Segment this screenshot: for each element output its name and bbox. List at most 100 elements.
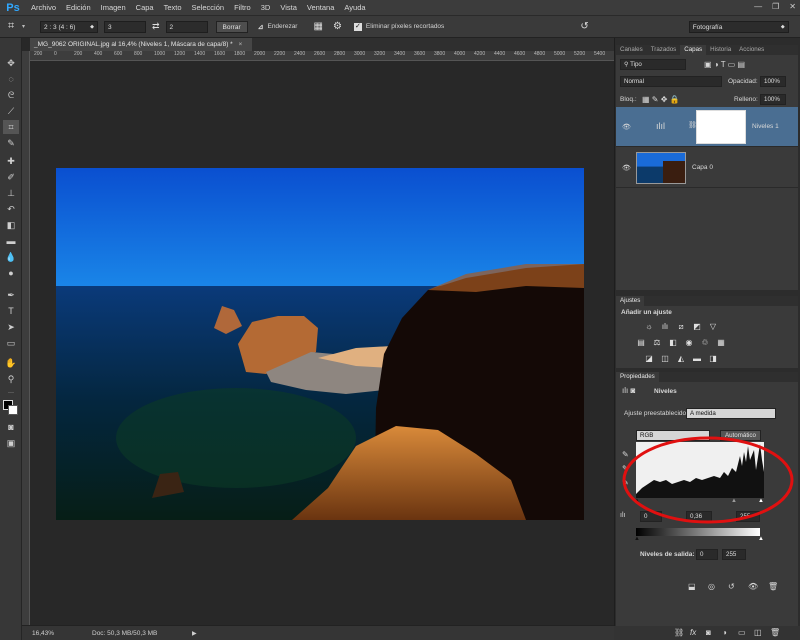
crop-width-input[interactable]: 3 [104, 20, 146, 33]
visibility-eye-icon[interactable]: 👁 [622, 123, 631, 131]
menu-3d[interactable]: 3D [256, 3, 276, 12]
quick-mask-icon[interactable]: ◙ [3, 420, 19, 434]
previous-state-icon[interactable]: ◎ [708, 582, 715, 591]
shape-tool-icon[interactable]: ▭ [3, 336, 19, 350]
healing-brush-tool-icon[interactable]: ✚ [3, 154, 19, 168]
grid-overlay-icon[interactable]: ▦ [313, 21, 322, 32]
add-mask-icon[interactable]: ◙ [706, 628, 711, 637]
blend-mode-select[interactable]: Normal [620, 76, 722, 87]
menu-archivo[interactable]: Archivo [26, 3, 61, 12]
ratio-select[interactable]: 2 : 3 (4 : 6) ◆ [40, 20, 98, 33]
tab-capas[interactable]: Capas [680, 45, 707, 55]
layer-kind-filter[interactable]: ⚲ Tipo [620, 59, 686, 70]
menu-ayuda[interactable]: Ayuda [339, 3, 370, 12]
screen-mode-icon[interactable]: ▣ [3, 436, 19, 450]
dodge-tool-icon[interactable]: ● [3, 266, 19, 280]
color-lookup-icon[interactable]: ▦ [716, 338, 726, 347]
visibility-eye-icon[interactable]: 👁 [622, 164, 631, 172]
layer-mask-thumbnail[interactable] [696, 110, 746, 144]
restore-button[interactable]: ❐ [772, 2, 779, 11]
blur-tool-icon[interactable]: 💧 [3, 250, 19, 264]
threshold-icon[interactable]: ◭ [676, 354, 686, 363]
gradient-map-icon[interactable]: ▬ [692, 354, 702, 363]
opacity-input[interactable]: 100% [760, 76, 786, 87]
crop-height-input[interactable]: 2 [165, 20, 208, 33]
menu-filtro[interactable]: Filtro [229, 3, 256, 12]
delete-layer-icon[interactable]: 🗑 [770, 628, 780, 637]
marquee-tool-icon[interactable]: ◌ [3, 72, 19, 86]
link-layers-icon[interactable]: ⛓ [674, 628, 684, 637]
pen-tool-icon[interactable]: ✒ [3, 288, 19, 302]
output-white-field[interactable]: 255 [722, 549, 746, 560]
menu-ventana[interactable]: Ventana [302, 3, 340, 12]
selective-color-icon[interactable]: ◨ [708, 354, 718, 363]
minimize-button[interactable]: — [754, 2, 762, 11]
gradient-tool-icon[interactable]: ▬ [3, 234, 19, 248]
close-tab-icon[interactable]: × [239, 41, 243, 48]
background-color-swatch[interactable] [8, 405, 18, 415]
document-tab[interactable]: _MG_9062 ORIGINAL.jpg al 16,4% (Niveles … [30, 38, 252, 51]
preset-select[interactable]: A medida [686, 408, 776, 419]
delete-cropped-checkbox[interactable]: ✓ [353, 22, 362, 31]
exposure-icon[interactable]: ◩ [692, 322, 702, 331]
eyedropper-tool-icon[interactable]: ✎ [3, 136, 19, 150]
crop-tool-icon[interactable]: ⌗ [3, 120, 19, 134]
menu-seleccion[interactable]: Selección [187, 3, 230, 12]
fill-input[interactable]: 100% [760, 94, 786, 105]
menu-texto[interactable]: Texto [159, 3, 187, 12]
hand-tool-icon[interactable]: ✋ [3, 356, 19, 370]
invert-icon[interactable]: ◪ [644, 354, 654, 363]
new-layer-icon[interactable]: ◫ [754, 628, 762, 637]
clone-stamp-tool-icon[interactable]: ⊥ [3, 186, 19, 200]
tab-acciones[interactable]: Acciones [735, 45, 768, 55]
workspace-select[interactable]: Fotografía ◆ [688, 20, 789, 33]
type-tool-icon[interactable]: T [3, 304, 19, 318]
zoom-tool-icon[interactable]: ⚲ [3, 372, 19, 386]
layer-name[interactable]: Niveles 1 [752, 123, 779, 130]
document-image[interactable] [56, 168, 584, 520]
move-tool-icon[interactable]: ✥ [3, 56, 19, 70]
layer-row-capa0[interactable]: 👁 Capa 0 [616, 148, 798, 188]
settings-gear-icon[interactable]: ⚙ [333, 21, 342, 32]
menu-imagen[interactable]: Imagen [96, 3, 131, 12]
layer-style-icon[interactable]: fx [690, 628, 696, 637]
clear-button[interactable]: Borrar [215, 20, 248, 33]
path-select-tool-icon[interactable]: ➤ [3, 320, 19, 334]
straighten-icon[interactable]: ⊿ [258, 23, 264, 31]
clip-to-layer-icon[interactable]: ⬓ [688, 582, 696, 591]
straighten-label[interactable]: Enderezar [267, 23, 297, 30]
output-black-field[interactable]: 0 [696, 549, 718, 560]
toolbar-more-icon[interactable]: ··· [3, 386, 19, 400]
menu-capa[interactable]: Capa [131, 3, 159, 12]
toggle-visibility-icon[interactable]: 👁 [748, 582, 758, 591]
reset-icon[interactable]: ↺ [580, 21, 588, 32]
curves-icon[interactable]: ⧄ [676, 322, 686, 331]
filter-icons[interactable]: ▣ ◑ T ▭ ▤ [704, 60, 745, 69]
zoom-level[interactable]: 16,43% [32, 630, 92, 637]
brightness-icon[interactable]: ☼ [644, 322, 654, 331]
output-white-slider[interactable]: ▲ [758, 536, 764, 542]
swap-dimensions-icon[interactable]: ⇄ [152, 21, 160, 32]
layer-row-niveles[interactable]: 👁 ılıl ⛓ Niveles 1 [616, 107, 798, 147]
channel-mixer-icon[interactable]: ♲ [700, 338, 710, 347]
levels-icon[interactable]: ılı [660, 322, 670, 331]
new-group-icon[interactable]: ▭ [738, 628, 746, 637]
photo-filter-icon[interactable]: ◉ [684, 338, 694, 347]
delete-adjustment-icon[interactable]: 🗑 [768, 582, 778, 591]
layer-name[interactable]: Capa 0 [692, 164, 713, 171]
menu-vista[interactable]: Vista [275, 3, 302, 12]
menu-edicion[interactable]: Edición [61, 3, 96, 12]
tab-ajustes[interactable]: Ajustes [616, 296, 645, 306]
tab-trazados[interactable]: Trazados [647, 45, 681, 55]
tab-propiedades[interactable]: Propiedades [616, 372, 659, 382]
tab-historia[interactable]: Historia [706, 45, 735, 55]
lasso-tool-icon[interactable]: ᘓ [3, 88, 19, 102]
vibrance-icon[interactable]: ▽ [708, 322, 718, 331]
color-balance-icon[interactable]: ⚖ [652, 338, 662, 347]
tool-preset-arrow-icon[interactable]: ▾ [22, 23, 32, 30]
brush-tool-icon[interactable]: ✐ [3, 170, 19, 184]
posterize-icon[interactable]: ◫ [660, 354, 670, 363]
history-brush-tool-icon[interactable]: ↶ [3, 202, 19, 216]
layer-thumbnail[interactable] [636, 152, 686, 184]
delete-cropped-label[interactable]: Eliminar píxeles recortados [366, 23, 444, 30]
